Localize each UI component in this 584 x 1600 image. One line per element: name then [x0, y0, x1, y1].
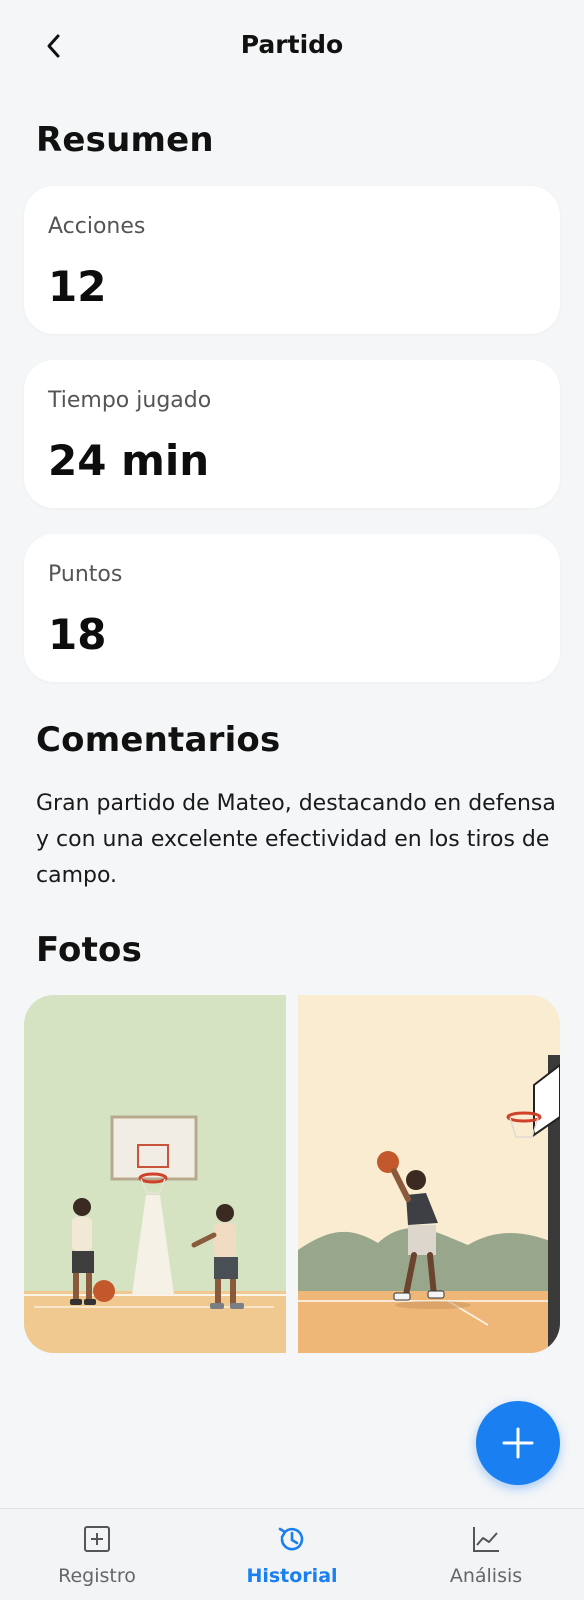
nav-label: Historial — [246, 1565, 338, 1587]
summary-heading: Resumen — [36, 120, 214, 160]
basketball-duel-photo — [24, 995, 286, 1353]
stat-value: 12 — [48, 262, 107, 311]
line-chart-icon — [473, 1527, 499, 1552]
photo-item[interactable] — [24, 995, 286, 1353]
stat-value: 18 — [48, 610, 107, 659]
app-header: Partido — [0, 0, 584, 96]
nav-item-historial[interactable]: Historial — [212, 1509, 372, 1600]
stat-value: 24 min — [48, 436, 210, 485]
nav-item-registro[interactable]: Registro — [17, 1509, 177, 1600]
match-detail-screen: Partido Resumen Acciones 12 Tiempo jugad… — [0, 0, 584, 1600]
history-icon — [278, 1527, 304, 1551]
stat-label: Tiempo jugado — [48, 388, 212, 413]
page-title: Partido — [240, 30, 344, 59]
photo-gallery — [24, 995, 560, 1353]
plus-square-icon — [84, 1526, 110, 1552]
stat-label: Acciones — [48, 214, 146, 239]
comments-heading: Comentarios — [36, 720, 281, 760]
comment-text: Gran partido de Mateo, destacando en def… — [36, 791, 556, 888]
photo-item[interactable] — [298, 995, 560, 1353]
nav-label: Análisis — [449, 1565, 523, 1587]
stat-card-actions: Acciones 12 — [24, 186, 560, 334]
photos-heading: Fotos — [36, 930, 143, 970]
bottom-navigation: Registro Historial Análisis — [0, 1508, 584, 1600]
stat-label: Puntos — [48, 562, 123, 587]
plus-icon — [502, 1427, 534, 1459]
nav-label: Registro — [58, 1565, 136, 1587]
stat-card-time-played: Tiempo jugado 24 min — [24, 360, 560, 508]
stat-card-points: Puntos 18 — [24, 534, 560, 682]
add-button[interactable] — [476, 1401, 560, 1485]
nav-item-analisis[interactable]: Análisis — [406, 1509, 566, 1600]
basketball-free-throw-photo — [298, 995, 560, 1353]
